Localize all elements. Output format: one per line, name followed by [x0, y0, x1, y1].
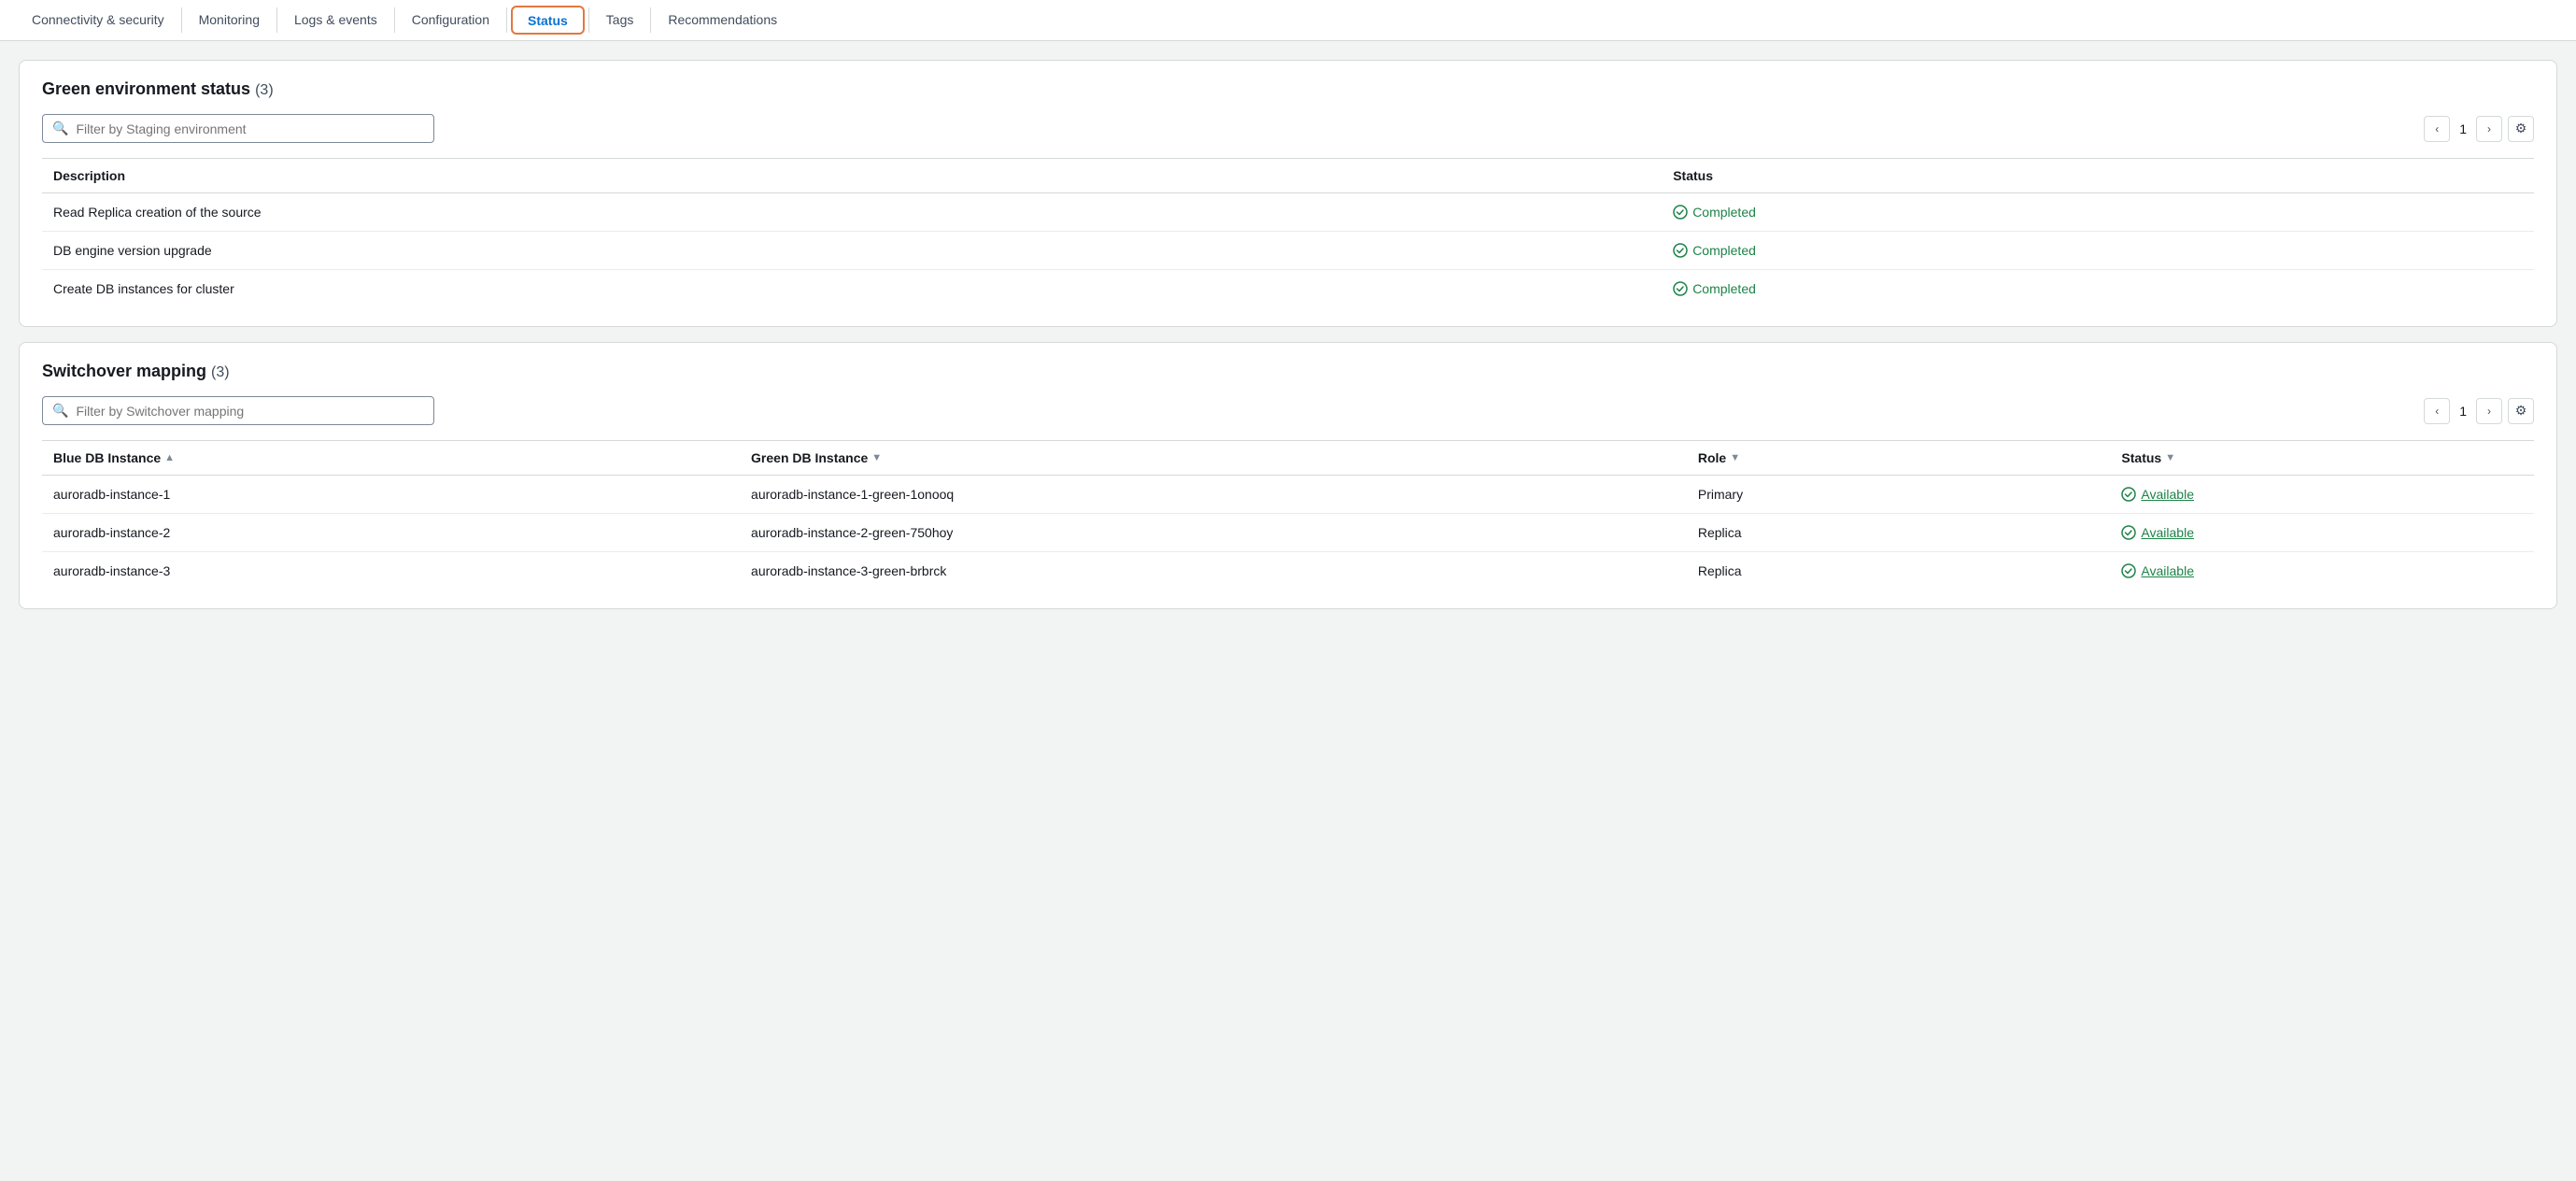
- col-header-role: Role ▼: [1687, 441, 2111, 476]
- col-header-blue-db: Blue DB Instance ▲: [42, 441, 740, 476]
- switchover-filter-row: 🔍 ‹ 1 › ⚙: [42, 396, 2534, 425]
- green-status-settings-btn[interactable]: ⚙: [2508, 116, 2534, 142]
- sort-arrow-blue[interactable]: ▲: [164, 452, 175, 463]
- sw-blue-instance: auroradb-instance-1: [42, 476, 740, 514]
- check-circle-icon: [1673, 205, 1688, 220]
- col-header-sw-status: Status ▼: [2110, 441, 2534, 476]
- search-icon-2: 🔍: [52, 403, 68, 419]
- green-status-search-input[interactable]: [76, 121, 424, 136]
- col-header-status: Status: [1662, 159, 2534, 193]
- tab-tags[interactable]: Tags: [589, 0, 651, 40]
- switchover-page-num: 1: [2456, 404, 2470, 419]
- green-status-panel: Green environment status (3) 🔍 ‹ 1 › ⚙ D…: [19, 60, 2557, 327]
- switchover-settings-btn[interactable]: ⚙: [2508, 398, 2534, 424]
- green-status-description: Read Replica creation of the source: [42, 193, 1662, 232]
- sw-blue-instance: auroradb-instance-2: [42, 514, 740, 552]
- table-row: DB engine version upgrade Completed: [42, 232, 2534, 270]
- table-row: Read Replica creation of the source Comp…: [42, 193, 2534, 232]
- check-circle-available-icon: [2121, 487, 2136, 502]
- green-status-count: (3): [255, 82, 274, 98]
- table-row: auroradb-instance-3 auroradb-instance-3-…: [42, 552, 2534, 590]
- tab-status[interactable]: Status: [511, 6, 585, 35]
- green-status-next-btn[interactable]: ›: [2476, 116, 2502, 142]
- green-status-pagination: ‹ 1 › ⚙: [2424, 116, 2534, 142]
- switchover-pagination: ‹ 1 › ⚙: [2424, 398, 2534, 424]
- green-status-status: Completed: [1662, 270, 2534, 308]
- tab-connectivity[interactable]: Connectivity & security: [15, 0, 181, 40]
- tab-monitoring[interactable]: Monitoring: [182, 0, 276, 40]
- green-status-status: Completed: [1662, 232, 2534, 270]
- table-row: Create DB instances for cluster Complete…: [42, 270, 2534, 308]
- check-circle-available-icon: [2121, 525, 2136, 540]
- main-content: Green environment status (3) 🔍 ‹ 1 › ⚙ D…: [0, 41, 2576, 628]
- sw-role: Primary: [1687, 476, 2111, 514]
- green-status-description: DB engine version upgrade: [42, 232, 1662, 270]
- sort-arrow-sw-status[interactable]: ▼: [2165, 452, 2175, 463]
- sw-status: Available: [2110, 552, 2534, 590]
- switchover-next-btn[interactable]: ›: [2476, 398, 2502, 424]
- check-circle-icon: [1673, 281, 1688, 296]
- tab-separator-4: [506, 7, 507, 33]
- switchover-search-input[interactable]: [76, 404, 424, 419]
- green-status-title: Green environment status (3): [42, 79, 2534, 99]
- check-circle-available-icon: [2121, 563, 2136, 578]
- table-row: auroradb-instance-2 auroradb-instance-2-…: [42, 514, 2534, 552]
- switchover-count: (3): [211, 364, 230, 380]
- sw-role: Replica: [1687, 514, 2111, 552]
- tab-configuration[interactable]: Configuration: [395, 0, 506, 40]
- switchover-panel: Switchover mapping (3) 🔍 ‹ 1 › ⚙ Blue D: [19, 342, 2557, 609]
- switchover-table: Blue DB Instance ▲ Green DB Instance ▼ R…: [42, 440, 2534, 590]
- switchover-prev-btn[interactable]: ‹: [2424, 398, 2450, 424]
- sort-arrow-green[interactable]: ▼: [871, 452, 882, 463]
- green-status-filter-row: 🔍 ‹ 1 › ⚙: [42, 114, 2534, 143]
- sw-status: Available: [2110, 514, 2534, 552]
- tab-logs[interactable]: Logs & events: [277, 0, 394, 40]
- check-circle-icon: [1673, 243, 1688, 258]
- sw-green-instance: auroradb-instance-2-green-750hoy: [740, 514, 1687, 552]
- tab-recommendations[interactable]: Recommendations: [651, 0, 794, 40]
- green-status-status: Completed: [1662, 193, 2534, 232]
- green-status-table: Description Status Read Replica creation…: [42, 158, 2534, 307]
- sw-green-instance: auroradb-instance-1-green-1onooq: [740, 476, 1687, 514]
- table-row: auroradb-instance-1 auroradb-instance-1-…: [42, 476, 2534, 514]
- sort-arrow-role[interactable]: ▼: [1730, 452, 1740, 463]
- sw-blue-instance: auroradb-instance-3: [42, 552, 740, 590]
- col-header-green-db: Green DB Instance ▼: [740, 441, 1687, 476]
- col-header-description: Description: [42, 159, 1662, 193]
- green-status-search-box[interactable]: 🔍: [42, 114, 434, 143]
- tab-bar: Connectivity & security Monitoring Logs …: [0, 0, 2576, 41]
- sw-status: Available: [2110, 476, 2534, 514]
- sw-role: Replica: [1687, 552, 2111, 590]
- switchover-title: Switchover mapping (3): [42, 362, 2534, 381]
- green-status-page-num: 1: [2456, 121, 2470, 136]
- green-status-description: Create DB instances for cluster: [42, 270, 1662, 308]
- search-icon: 🔍: [52, 121, 68, 136]
- switchover-search-box[interactable]: 🔍: [42, 396, 434, 425]
- sw-green-instance: auroradb-instance-3-green-brbrck: [740, 552, 1687, 590]
- green-status-prev-btn[interactable]: ‹: [2424, 116, 2450, 142]
